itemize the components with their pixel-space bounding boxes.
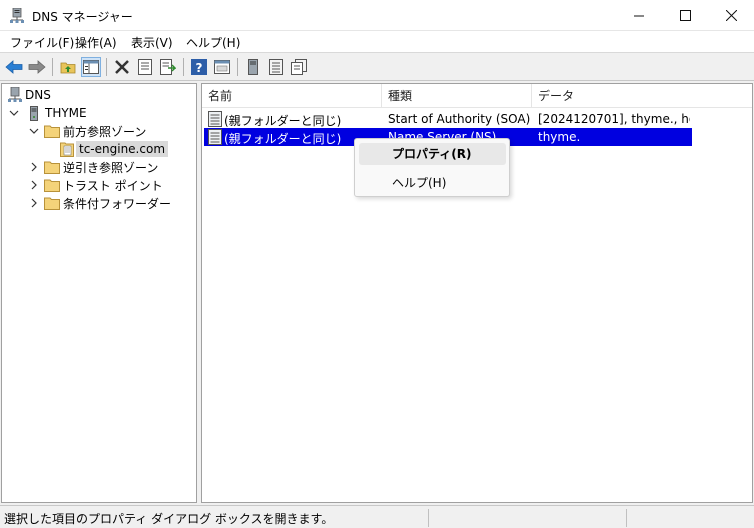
delete-icon[interactable]	[112, 57, 132, 77]
zone-icon	[60, 141, 74, 157]
dns-manager-icon	[10, 7, 24, 24]
tree-label-server: THYME	[45, 106, 87, 120]
forward-icon[interactable]	[27, 57, 47, 77]
window-title: DNS マネージャー	[32, 10, 133, 24]
show-hide-tree-icon[interactable]	[81, 57, 101, 77]
status-bar: 選択した項目のプロパティ ダイアログ ボックスを開きます。	[0, 505, 754, 528]
list-header: 名前 種類 データ	[202, 84, 752, 108]
tree-label-zone: tc-engine.com	[76, 141, 169, 157]
title-bar: DNS マネージャー	[0, 0, 754, 31]
help-icon[interactable]: ?	[189, 57, 209, 77]
menu-action[interactable]: 操作(A)	[73, 34, 119, 51]
close-button[interactable]	[708, 0, 754, 31]
export-list-icon[interactable]	[158, 57, 178, 77]
column-header-type[interactable]: 種類	[382, 84, 532, 108]
up-folder-icon[interactable]	[58, 57, 78, 77]
toolbar-separator	[106, 58, 107, 76]
menu-view[interactable]: 表示(V)	[129, 34, 175, 51]
record-data: thyme.	[538, 130, 581, 144]
status-divider	[428, 509, 429, 527]
copy-icon[interactable]	[289, 57, 309, 77]
folder-icon	[44, 196, 60, 210]
minimize-button[interactable]	[616, 0, 662, 31]
tree-label-trust-points: トラスト ポイント	[63, 178, 163, 193]
toolbar-separator	[183, 58, 184, 76]
tree-item-forward-zones[interactable]: 前方参照ゾーン	[28, 122, 149, 140]
record-type: Start of Authority (SOA)	[388, 112, 531, 126]
chevron-down-icon[interactable]	[28, 125, 40, 137]
menu-file[interactable]: ファイル(F)	[8, 34, 76, 51]
chevron-right-icon[interactable]	[28, 197, 40, 209]
record-name: (親フォルダーと同じ)	[224, 114, 342, 128]
record-data: [2024120701], thyme., host...	[538, 112, 690, 126]
properties-icon[interactable]	[135, 57, 155, 77]
context-menu-help[interactable]: ヘルプ(H)	[359, 172, 506, 194]
tree-item-server[interactable]: THYME	[8, 104, 90, 122]
column-header-name[interactable]: 名前	[202, 84, 382, 108]
tree-pane: DNS THYME 前方参照ゾーン tc-engine.com 逆引き参照ゾーン…	[1, 83, 197, 503]
mmc-icon[interactable]	[212, 57, 232, 77]
chevron-right-icon[interactable]	[28, 161, 40, 173]
maximize-button[interactable]	[662, 0, 708, 31]
toolbar-separator	[52, 58, 53, 76]
tree-label-conditional-forwarders: 条件付フォワーダー	[63, 196, 172, 211]
back-icon[interactable]	[4, 57, 24, 77]
menu-help[interactable]: ヘルプ(H)	[184, 34, 242, 51]
record-icon	[208, 129, 222, 148]
tree-item-zone-tc-engine[interactable]: tc-engine.com	[60, 140, 169, 158]
tree-label-forward-zones: 前方参照ゾーン	[63, 124, 147, 139]
status-divider	[626, 509, 627, 527]
toolbar-separator	[237, 58, 238, 76]
status-text: 選択した項目のプロパティ ダイアログ ボックスを開きます。	[4, 512, 334, 526]
column-header-data[interactable]: データ	[532, 84, 692, 108]
tree-item-conditional-forwarders[interactable]: 条件付フォワーダー	[28, 194, 174, 212]
tree-item-dns[interactable]: DNS	[8, 86, 54, 104]
record-row[interactable]: (親フォルダーと同じ) Start of Authority (SOA) [20…	[204, 110, 692, 128]
context-menu-properties[interactable]: プロパティ(R)	[359, 143, 506, 165]
folder-icon	[44, 124, 60, 138]
context-menu: プロパティ(R) ヘルプ(H)	[354, 138, 510, 197]
folder-icon	[44, 160, 60, 174]
chevron-down-icon[interactable]	[8, 107, 20, 119]
folder-icon	[44, 178, 60, 192]
tree-label-dns: DNS	[25, 88, 51, 102]
toolbar: ?	[0, 53, 754, 81]
chevron-right-icon[interactable]	[28, 179, 40, 191]
dns-icon	[8, 87, 22, 103]
server-icon	[26, 105, 42, 121]
record-icon[interactable]	[266, 57, 286, 77]
menu-bar: ファイル(F) 操作(A) 表示(V) ヘルプ(H)	[0, 31, 754, 53]
tree-item-reverse-zones[interactable]: 逆引き参照ゾーン	[28, 158, 161, 176]
svg-text:?: ?	[196, 61, 203, 75]
tree-item-trust-points[interactable]: トラスト ポイント	[28, 176, 166, 194]
tree-label-reverse-zones: 逆引き参照ゾーン	[63, 160, 159, 175]
server-icon[interactable]	[243, 57, 263, 77]
